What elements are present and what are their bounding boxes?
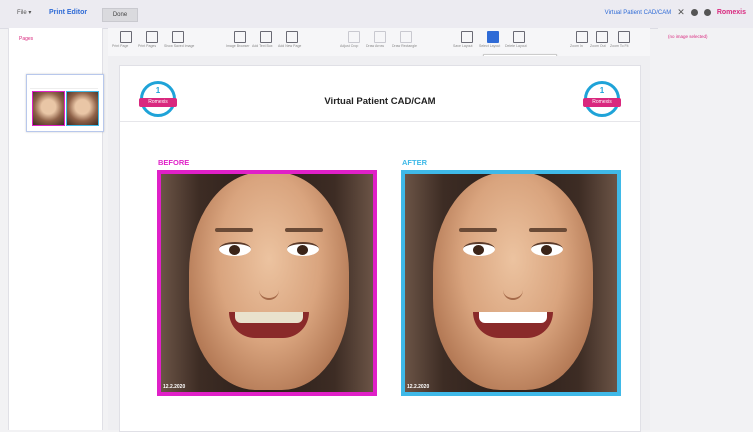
page-thumbnail[interactable]: [26, 74, 104, 132]
brand-logo: Romexis: [716, 9, 746, 16]
eye: [219, 242, 251, 256]
after-label[interactable]: AFTER: [402, 158, 427, 167]
arrow-icon[interactable]: [374, 31, 386, 43]
tool-label: Print Pages: [138, 44, 157, 48]
tool-label: Image Browser: [226, 44, 250, 48]
pages-panel: Pages: [8, 28, 104, 430]
nose: [259, 264, 279, 300]
top-right-area: Virtual Patient CAD/CAM ✕ Romexis: [605, 8, 746, 17]
zoom-in-icon[interactable]: [576, 31, 588, 43]
help-icon[interactable]: [703, 9, 711, 16]
printer-icon[interactable]: [120, 31, 132, 43]
zoom-out-icon[interactable]: [596, 31, 608, 43]
tool-label: Delete Layout: [505, 44, 527, 48]
fit-icon[interactable]: [618, 31, 630, 43]
logo-brand: Romexis: [583, 98, 621, 107]
pupil: [297, 245, 308, 255]
pupil: [541, 245, 552, 255]
tool-label: Select Layout: [479, 44, 501, 48]
document-title[interactable]: Virtual Patient CAD/CAM: [120, 96, 640, 107]
before-photo[interactable]: 12.2.2020: [157, 170, 377, 396]
eye: [531, 242, 563, 256]
close-icon[interactable]: ✕: [677, 8, 685, 17]
tool-label: Draw Rectangle: [392, 44, 417, 48]
thumbnail-header: [30, 78, 98, 89]
tool-label: Adjust Crop: [340, 44, 359, 48]
face: [189, 174, 349, 390]
tool-label: Show Saved Image: [164, 44, 195, 48]
before-label[interactable]: BEFORE: [158, 158, 189, 167]
crop-icon[interactable]: [348, 31, 360, 43]
pupil: [473, 245, 484, 255]
patient-link[interactable]: Virtual Patient CAD/CAM: [605, 10, 672, 16]
app-title: Print Editor: [49, 9, 88, 16]
select-layout-icon[interactable]: [487, 31, 499, 43]
delete-layout-icon[interactable]: [513, 31, 525, 43]
printer-multi-icon[interactable]: [146, 31, 158, 43]
tool-label: Add Text Box: [252, 44, 273, 48]
eyebrow: [285, 228, 323, 232]
tool-label: Add New Page: [278, 44, 302, 48]
top-bar: File ▾ Print Editor Done Virtual Patient…: [0, 0, 753, 29]
tool-label: Zoom In: [570, 44, 583, 48]
thumbnail-after-image: [66, 91, 99, 126]
eyebrow: [529, 228, 567, 232]
eye: [287, 242, 319, 256]
before-date: 12.2.2020: [163, 384, 186, 390]
teeth: [235, 312, 303, 323]
smile: [229, 312, 309, 338]
tool-label: Print Page: [112, 44, 129, 48]
smile: [473, 312, 553, 338]
pupil: [229, 245, 240, 255]
image-browser-icon[interactable]: [234, 31, 246, 43]
thumbnail-before-image: [32, 91, 65, 126]
pages-title: Pages: [19, 36, 34, 42]
settings-icon[interactable]: [690, 9, 698, 16]
logo-number: 1: [599, 86, 605, 95]
rectangle-icon[interactable]: [400, 31, 412, 43]
properties-panel: (no image selected): [658, 28, 753, 430]
eyebrow: [215, 228, 253, 232]
tool-label: Draw Arrow: [366, 44, 385, 48]
file-menu[interactable]: File ▾: [17, 9, 31, 16]
print-page[interactable]: 1 Romexis Virtual Patient CAD/CAM 1 Rome…: [119, 65, 641, 432]
export-icon[interactable]: [172, 31, 184, 43]
logo-number: 1: [155, 86, 161, 95]
no-image-status: (no image selected): [668, 34, 708, 39]
save-layout-icon[interactable]: [461, 31, 473, 43]
teeth: [479, 312, 547, 323]
eyebrow: [459, 228, 497, 232]
done-button[interactable]: Done: [102, 8, 138, 22]
toolbar: Print Page Print Pages Show Saved Image Ima…: [108, 28, 650, 57]
after-date: 12.2.2020: [407, 384, 430, 390]
after-photo[interactable]: 12.2.2020: [401, 170, 621, 396]
tool-label: Zoom To Fit: [610, 44, 629, 48]
text-box-icon[interactable]: [260, 31, 272, 43]
header-divider: [120, 121, 640, 122]
logo-right: 1 Romexis: [583, 81, 621, 117]
nose: [503, 264, 523, 300]
eye: [463, 242, 495, 256]
tool-label: Zoom Out: [590, 44, 606, 48]
canvas-area: 1 Romexis Virtual Patient CAD/CAM 1 Rome…: [108, 56, 650, 432]
add-page-icon[interactable]: [286, 31, 298, 43]
tool-label: Save Layout: [453, 44, 473, 48]
face: [433, 174, 593, 390]
